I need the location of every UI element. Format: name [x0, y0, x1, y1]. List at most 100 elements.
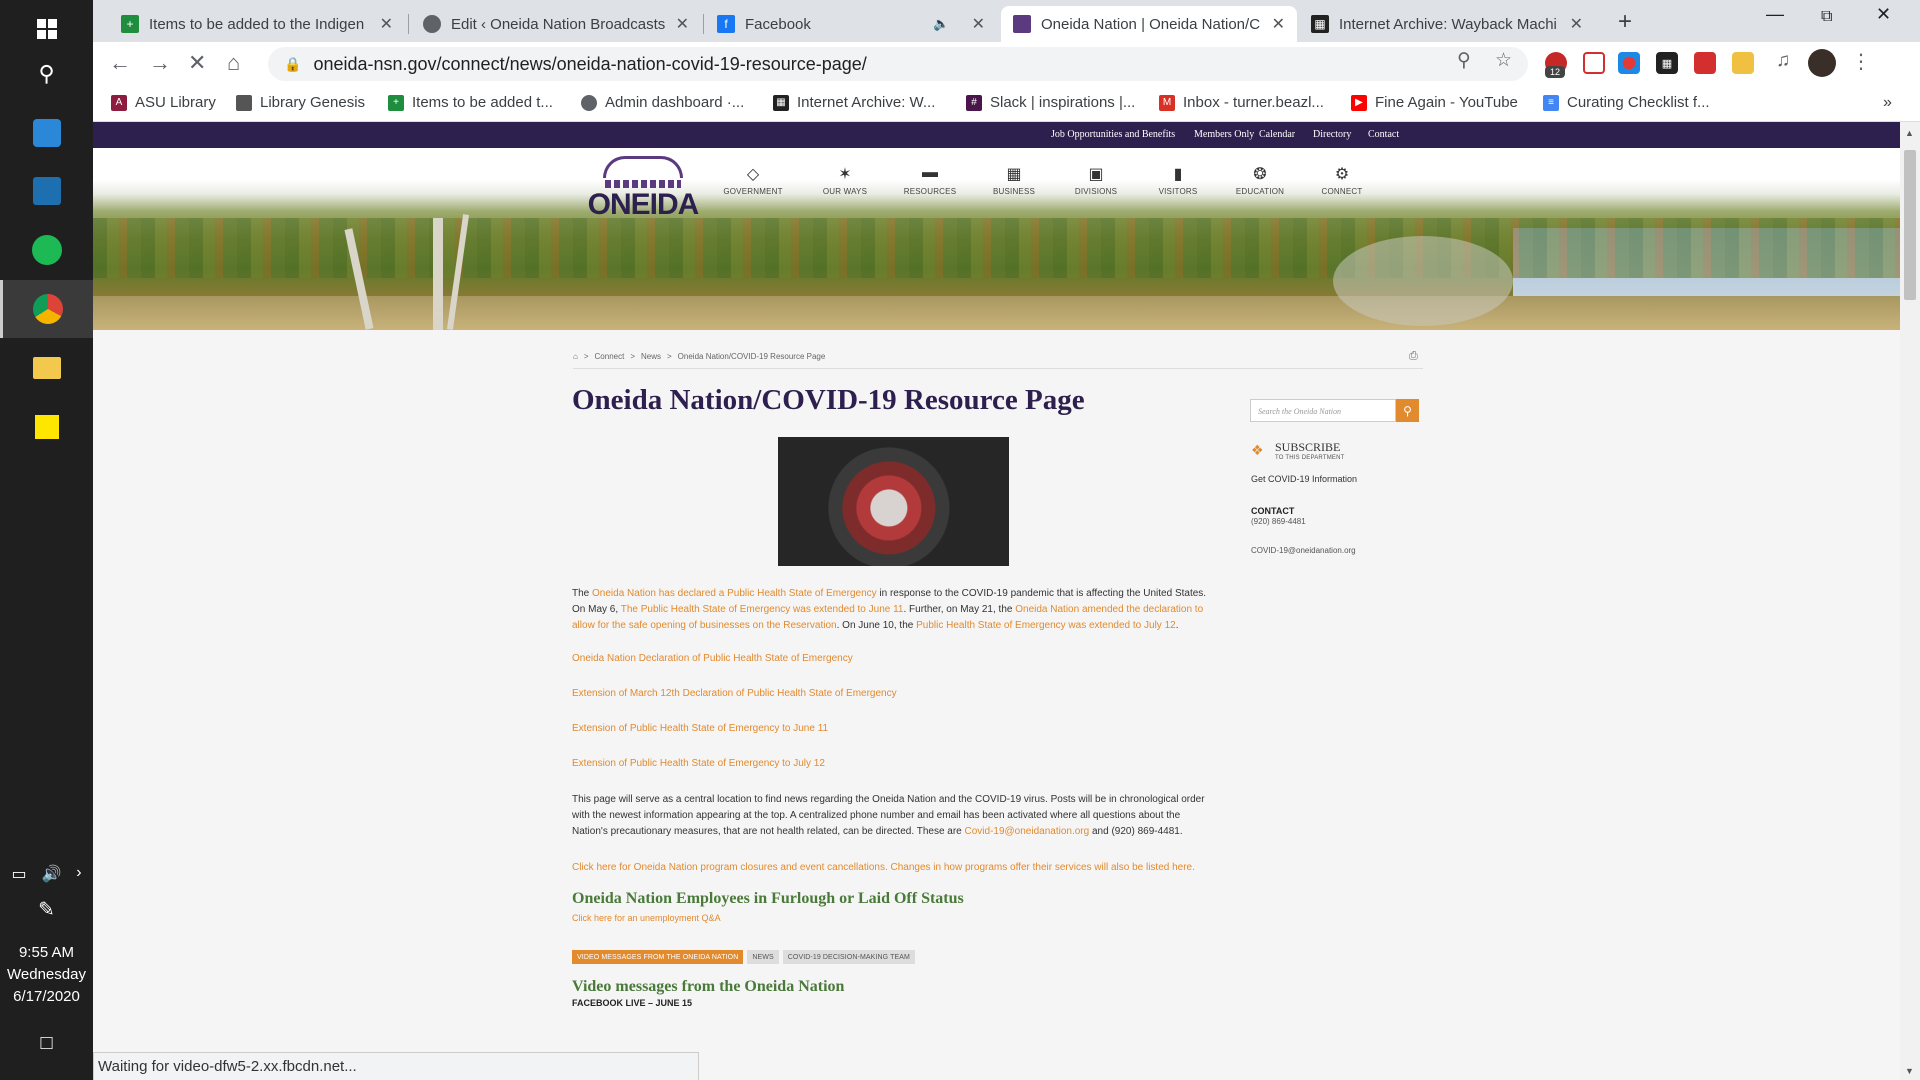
extension-dots-icon[interactable] [1618, 52, 1640, 74]
clock[interactable]: 9:55 AM Wednesday 6/17/2020 [0, 942, 93, 1008]
print-icon[interactable]: ⎙ [1409, 350, 1418, 363]
close-icon[interactable]: ✕ [972, 14, 985, 34]
scrollbar-thumb[interactable] [1904, 150, 1916, 300]
bookmark-youtube[interactable]: ▶ Fine Again - YouTube [1351, 94, 1518, 111]
window-close-icon[interactable]: ✕ [1876, 4, 1891, 25]
clock-time: 9:55 AM [18, 944, 75, 961]
tab-oneida-active[interactable]: Oneida Nation | Oneida Nation/C ✕ [1001, 6, 1297, 42]
tab-wayback[interactable]: ▦ Internet Archive: Wayback Machi ✕ [1299, 6, 1595, 42]
contact-email[interactable]: COVID-19@oneidanation.org [1251, 546, 1356, 555]
app-icon-blue[interactable] [0, 104, 93, 162]
bookmark-asu-library[interactable]: A ASU Library [111, 94, 216, 111]
search-button[interactable]: ⚲ [1396, 399, 1419, 422]
bookmark-items-sheet[interactable]: + Items to be added t... [388, 94, 553, 111]
page-scrollbar[interactable]: ▲ ▼ [1900, 122, 1920, 1080]
bookmark-gmail-inbox[interactable]: M Inbox - turner.beazl... [1159, 94, 1324, 111]
doc-link-declaration[interactable]: Oneida Nation Declaration of Public Heal… [572, 653, 853, 664]
sticky-notes-icon[interactable] [0, 398, 93, 456]
bookmarks-overflow-icon[interactable]: » [1883, 94, 1892, 112]
docs-icon: ≡ [1543, 94, 1559, 111]
address-bar[interactable]: 🔒 oneida-nsn.gov/connect/news/oneida-nat… [268, 47, 1528, 81]
tab-news[interactable]: NEWS [747, 950, 779, 964]
wayback-extension-icon[interactable]: ▦ [1656, 52, 1678, 74]
unemployment-link[interactable]: Click here for an unemployment Q&A [572, 913, 721, 923]
closures-link[interactable]: Click here for Oneida Nation program clo… [572, 862, 1195, 873]
rss-icon[interactable]: ❖ [1251, 442, 1267, 458]
oneida-logo[interactable]: ONEIDA [583, 156, 703, 220]
top-link-members[interactable]: Members Only [1194, 129, 1254, 140]
bookmark-star-icon[interactable]: ☆ [1495, 49, 1512, 72]
doc-link-march-extension[interactable]: Extension of March 12th Declaration of P… [572, 688, 897, 699]
nav-divisions[interactable]: ▣ DIVISIONS [1056, 164, 1136, 196]
minimize-icon[interactable]: — [1766, 4, 1784, 25]
content-tabs: VIDEO MESSAGES FROM THE ONEIDA NATION NE… [572, 950, 915, 964]
nav-business[interactable]: ▦ BUSINESS [974, 164, 1054, 196]
get-covid-info-link[interactable]: Get COVID-19 Information [1251, 474, 1357, 484]
tab-title: Internet Archive: Wayback Machi [1339, 15, 1557, 33]
home-icon[interactable]: ⌂ [573, 352, 578, 361]
stop-loading-icon[interactable]: ✕ [188, 50, 206, 76]
link-declaration[interactable]: Oneida Nation has declared a Public Heal… [592, 588, 877, 599]
link-extended-july-12[interactable]: Public Health State of Emergency was ext… [916, 620, 1176, 631]
back-icon[interactable]: ← [109, 50, 131, 76]
spotify-icon[interactable] [0, 221, 93, 279]
nav-government[interactable]: ◇ GOVERNMENT [713, 164, 793, 196]
audio-playing-icon[interactable]: 🔈 [933, 16, 949, 32]
nav-connect[interactable]: ⚙ CONNECT [1302, 164, 1382, 196]
close-icon[interactable]: ✕ [1272, 14, 1285, 34]
breadcrumb-news[interactable]: News [641, 352, 661, 361]
file-explorer-icon[interactable] [0, 339, 93, 397]
doc-link-july-12[interactable]: Extension of Public Health State of Emer… [572, 758, 825, 769]
bookmark-curating-checklist[interactable]: ≡ Curating Checklist f... [1543, 94, 1710, 111]
tab-facebook[interactable]: f Facebook 🔈 ✕ [705, 6, 997, 42]
bookmark-slack[interactable]: # Slack | inspirations |... [966, 94, 1135, 111]
tab-edit-broadcasts[interactable]: Edit ‹ Oneida Nation Broadcasts ‹ ✕ [411, 6, 701, 42]
top-link-contact[interactable]: Contact [1368, 129, 1399, 140]
breadcrumb-connect[interactable]: Connect [595, 352, 625, 361]
top-link-jobs[interactable]: Job Opportunities and Benefits [1051, 129, 1175, 140]
chrome-icon[interactable] [0, 280, 93, 338]
covid-email-link[interactable]: Covid-19@oneidanation.org [965, 826, 1090, 837]
nav-resources[interactable]: ▬ RESOURCES [890, 164, 970, 196]
link-extended-june-11[interactable]: The Public Health State of Emergency was… [621, 604, 904, 615]
restore-icon[interactable]: ⧉ [1821, 8, 1832, 26]
nav-visitors[interactable]: ▮ VISITORS [1138, 164, 1218, 196]
tab-sheets[interactable]: + Items to be added to the Indigen ✕ [109, 6, 405, 42]
subscribe-sublabel: TO THIS DEPARTMENT [1275, 455, 1345, 461]
tab-decision-making-team[interactable]: COVID-19 DECISION-MAKING TEAM [782, 950, 915, 964]
menu-kebab-icon[interactable]: ⋮ [1851, 49, 1871, 74]
scroll-up-icon[interactable]: ▲ [1905, 128, 1914, 138]
close-icon[interactable]: ✕ [1570, 14, 1583, 34]
bookmark-internet-archive[interactable]: ▦ Internet Archive: W... [773, 94, 935, 111]
scroll-down-icon[interactable]: ▼ [1905, 1066, 1914, 1076]
notes-extension-icon[interactable] [1732, 52, 1754, 74]
home-icon[interactable]: ⌂ [227, 50, 240, 76]
nav-our-ways[interactable]: ✶ OUR WAYS [805, 164, 885, 196]
bookmark-library-genesis[interactable]: Library Genesis [236, 94, 365, 111]
zoom-icon[interactable]: ⚲ [1457, 49, 1471, 72]
doc-link-june-11[interactable]: Extension of Public Health State of Emer… [572, 723, 828, 734]
bookmark-admin-dashboard[interactable]: Admin dashboard ·... [581, 94, 744, 111]
lock-icon[interactable]: 🔒 [284, 56, 301, 73]
forward-icon[interactable]: → [149, 50, 171, 76]
close-icon[interactable]: ✕ [380, 14, 393, 34]
pocket-icon[interactable] [1583, 52, 1605, 74]
contact-heading: CONTACT [1251, 506, 1295, 516]
notifications-icon[interactable]: □ [0, 1014, 93, 1072]
connect-icon: ⚙ [1334, 166, 1350, 183]
nav-education[interactable]: ❂ EDUCATION [1220, 164, 1300, 196]
pdf-extension-icon[interactable] [1694, 52, 1716, 74]
search-icon[interactable]: ⚲ [0, 45, 93, 103]
sheets-icon: + [388, 94, 404, 111]
subscribe-label[interactable]: SUBSCRIBE [1275, 440, 1340, 455]
tab-video-messages[interactable]: VIDEO MESSAGES FROM THE ONEIDA NATION [572, 950, 744, 964]
top-link-directory[interactable]: Directory [1313, 129, 1351, 140]
pen-icon[interactable]: ✎ [0, 880, 93, 938]
new-tab-button[interactable]: + [1618, 8, 1632, 36]
profile-avatar[interactable] [1808, 49, 1836, 77]
site-search-input[interactable]: Search the Oneida Nation [1250, 399, 1396, 422]
close-icon[interactable]: ✕ [676, 14, 689, 34]
media-control-icon[interactable]: ♫ [1776, 50, 1790, 72]
top-link-calendar[interactable]: Calendar [1259, 129, 1295, 140]
app-icon-photos[interactable] [0, 162, 93, 220]
